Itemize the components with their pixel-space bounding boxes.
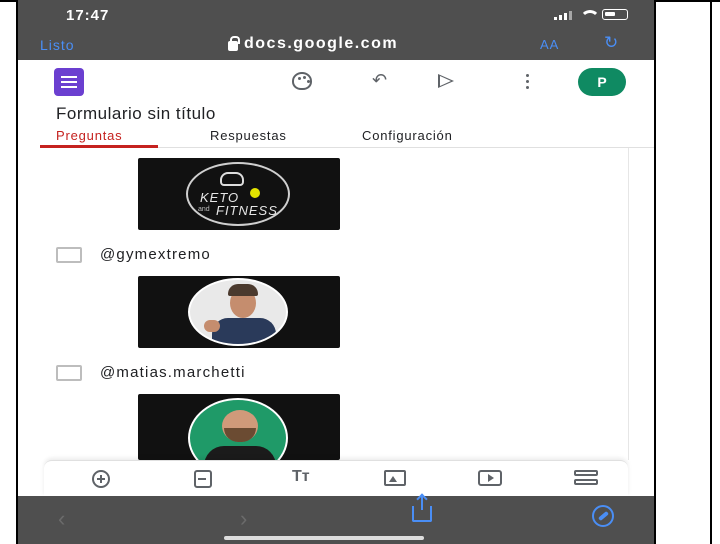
lock-icon <box>228 35 240 51</box>
battery-icon <box>602 9 628 20</box>
safari-address-bar: Listo docs.google.com AA ↻ <box>18 30 654 60</box>
option-label: @gymextremo <box>100 246 211 263</box>
url-text: docs.google.com <box>244 35 399 52</box>
forms-logo-icon[interactable] <box>54 68 84 96</box>
add-title-icon[interactable]: Tт <box>292 468 310 486</box>
import-questions-icon[interactable] <box>194 470 212 488</box>
add-image-icon[interactable] <box>384 470 406 486</box>
option-gymextremo[interactable]: @gymextremo <box>56 246 211 263</box>
text-size-button[interactable]: AA <box>540 37 559 52</box>
shirt-shape <box>204 446 276 460</box>
dumbbell-arm-icon <box>220 172 244 186</box>
reload-icon[interactable]: ↻ <box>604 33 618 53</box>
done-button[interactable]: Listo <box>40 37 75 53</box>
more-vert-icon[interactable] <box>526 74 530 90</box>
back-icon[interactable]: ‹ <box>58 506 65 532</box>
option-matias-marchetti[interactable]: @matias.marchetti <box>56 364 246 381</box>
tab-preguntas[interactable]: Preguntas <box>56 128 122 143</box>
avatar[interactable]: P <box>578 68 626 96</box>
shirt-shape <box>212 318 276 344</box>
url-field[interactable]: docs.google.com <box>228 35 398 53</box>
send-icon[interactable] <box>438 74 454 88</box>
ball-icon <box>250 188 260 198</box>
add-section-icon[interactable] <box>574 470 598 486</box>
wifi-icon <box>580 9 600 20</box>
beard-shape <box>224 428 256 442</box>
tab-respuestas[interactable]: Respuestas <box>210 128 287 143</box>
home-indicator[interactable] <box>224 536 424 540</box>
frame-right-border <box>710 0 712 544</box>
palette-icon[interactable] <box>292 72 312 90</box>
forms-toolbar: ↶ P <box>18 60 654 104</box>
forward-icon[interactable]: › <box>240 506 247 532</box>
question-palette: Tт <box>44 460 628 496</box>
matias-marchetti-image[interactable] <box>138 394 340 460</box>
gymextremo-image[interactable] <box>138 276 340 348</box>
portrait-circle <box>188 278 288 346</box>
tab-configuracion[interactable]: Configuración <box>362 128 453 143</box>
content-divider <box>628 148 629 460</box>
status-icons <box>554 9 628 20</box>
form-tabs: Preguntas Respuestas Configuración <box>40 126 654 148</box>
hand-shape <box>204 320 220 332</box>
add-video-icon[interactable] <box>478 470 502 486</box>
keto-fitness-image[interactable]: KETO and FITNESS <box>138 158 340 230</box>
form-content: KETO and FITNESS @gymextremo @matias.mar… <box>18 148 654 460</box>
undo-icon[interactable]: ↶ <box>372 70 387 91</box>
status-time: 17:47 <box>66 7 110 24</box>
option-checkbox[interactable] <box>56 246 82 263</box>
status-bar: 17:47 <box>18 0 654 30</box>
signal-icon <box>554 10 572 20</box>
hair-shape <box>228 284 258 296</box>
phone-screen: 17:47 Listo docs.google.com AA ↻ ↶ P For… <box>16 0 656 544</box>
form-title[interactable]: Formulario sin título <box>56 104 216 124</box>
fitness-text: FITNESS <box>216 203 278 218</box>
option-label: @matias.marchetti <box>100 364 246 381</box>
add-question-icon[interactable] <box>92 470 110 488</box>
compass-icon[interactable] <box>592 505 614 527</box>
option-checkbox[interactable] <box>56 364 82 381</box>
portrait-circle <box>188 398 288 460</box>
and-text: and <box>198 206 210 213</box>
share-icon[interactable] <box>412 496 432 522</box>
